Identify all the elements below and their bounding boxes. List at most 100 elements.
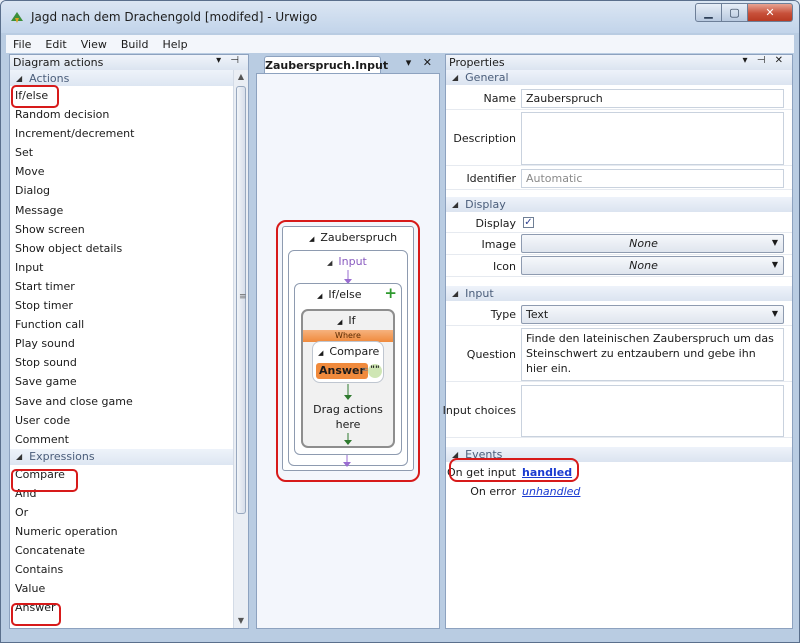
input-section-header[interactable]: ◢ Input (446, 286, 792, 301)
on-get-input-link[interactable]: handled (522, 466, 572, 479)
action-start-timer[interactable]: Start timer (10, 277, 234, 296)
icon-row: Icon None ▼ (446, 255, 792, 277)
display-row: Display ✓ (446, 213, 792, 233)
expression-answer[interactable]: Answer (10, 598, 234, 617)
flow-arrow-icon (343, 455, 351, 467)
collapse-triangle-icon: ◢ (452, 450, 459, 459)
close-button[interactable]: ✕ (748, 3, 793, 22)
tab-close-icon[interactable]: ▾ ✕ (406, 56, 436, 69)
name-input[interactable]: Zauberspruch (521, 89, 784, 108)
action-message[interactable]: Message (10, 201, 234, 220)
action-increment-decrement[interactable]: Increment/decrement (10, 124, 234, 143)
image-select-value: None (629, 237, 658, 250)
question-label: Question (466, 348, 516, 361)
literal-token[interactable]: "" (368, 364, 382, 378)
action-random-decision[interactable]: Random decision (10, 105, 234, 124)
action-set[interactable]: Set (10, 143, 234, 162)
action-show-screen[interactable]: Show screen (10, 220, 234, 239)
action-comment[interactable]: Comment (10, 430, 234, 449)
properties-title: Properties (449, 56, 505, 69)
expression-or[interactable]: Or (10, 503, 234, 522)
minimize-button[interactable]: ▁ (695, 3, 722, 22)
actions-scrollbar[interactable]: ▲ ≡ ▼ (233, 70, 248, 628)
expression-and[interactable]: And (10, 484, 234, 503)
name-label: Name (483, 92, 516, 105)
flow-arrow-icon (344, 384, 352, 400)
ifelse-title: ◢ If/else (317, 288, 362, 301)
icon-select-value: None (629, 259, 658, 272)
properties-body: ◢ General Name Zauberspruch Description I… (443, 70, 792, 630)
on-get-input-row: On get input handled (446, 463, 792, 483)
on-error-link[interactable]: unhandled (522, 485, 580, 498)
menu-file[interactable]: File (6, 38, 38, 51)
events-section-header[interactable]: ◢ Events (446, 447, 792, 462)
maximize-button[interactable]: ▢ (722, 3, 748, 22)
menu-view[interactable]: View (74, 38, 114, 51)
name-row: Name Zauberspruch (446, 86, 792, 110)
action-function-call[interactable]: Function call (10, 315, 234, 334)
expression-value[interactable]: Value (10, 579, 234, 598)
title-bar[interactable]: Jagd nach dem Drachengold [modifed] - Ur… (1, 1, 799, 33)
actions-group-header[interactable]: ◢ Actions (10, 70, 234, 86)
collapse-triangle-icon: ◢ (16, 452, 23, 462)
panel-pin-icon[interactable]: ▾ ⊣ (216, 55, 242, 66)
input-section-label: Input (465, 287, 494, 300)
dropdown-arrow-icon: ▼ (771, 260, 778, 269)
panel-pin-icon[interactable]: ▾ ⊣ ✕ (743, 55, 786, 66)
action-stop-timer[interactable]: Stop timer (10, 296, 234, 315)
menu-help[interactable]: Help (155, 38, 194, 51)
question-input[interactable]: Finde den lateinischen Zauberspruch um d… (521, 328, 784, 381)
compare-expression[interactable]: ◢ Compare Answer = "" (312, 341, 384, 383)
add-branch-icon[interactable]: + (384, 284, 397, 302)
display-section-label: Display (465, 198, 506, 211)
action-input[interactable]: Input (10, 258, 234, 277)
type-label: Type (490, 308, 516, 321)
icon-select[interactable]: None ▼ (521, 256, 784, 275)
type-select[interactable]: Text ▼ (521, 305, 784, 324)
collapse-triangle-icon: ◢ (16, 73, 23, 83)
expression-numeric-operation[interactable]: Numeric operation (10, 522, 234, 541)
identifier-input[interactable]: Automatic (521, 169, 784, 188)
action-save-and-close-game[interactable]: Save and close game (10, 392, 234, 411)
actions-list: ◢ Actions If/else Random decision Increme… (10, 70, 234, 628)
input-choices-input[interactable] (521, 385, 784, 437)
expression-concatenate[interactable]: Concatenate (10, 541, 234, 560)
tab-zauberspruch-input[interactable]: Zauberspruch.Input (264, 56, 388, 74)
action-stop-sound[interactable]: Stop sound (10, 353, 234, 372)
urwigo-app-icon (11, 12, 23, 23)
menu-build[interactable]: Build (114, 38, 156, 51)
if-block[interactable]: ◢ If Where ◢ Compare Answer = "" Drag acti… (301, 309, 395, 448)
display-section-header[interactable]: ◢ Display (446, 197, 792, 212)
type-select-value: Text (526, 308, 549, 321)
on-get-input-label: On get input (447, 466, 516, 479)
display-checkbox[interactable]: ✓ (523, 217, 534, 228)
image-select[interactable]: None ▼ (521, 234, 784, 253)
properties-panel: Properties ▾ ⊣ ✕ ◢ General Name Zauberspr… (443, 54, 793, 630)
description-row: Description (446, 110, 792, 166)
scroll-up-arrow-icon[interactable]: ▲ (234, 70, 248, 84)
menu-edit[interactable]: Edit (38, 38, 73, 51)
actions-group-label: Actions (29, 71, 70, 85)
expression-compare[interactable]: Compare (10, 465, 234, 484)
scroll-down-arrow-icon[interactable]: ▼ (234, 614, 248, 628)
type-row: Type Text ▼ (446, 302, 792, 326)
action-save-game[interactable]: Save game (10, 372, 234, 391)
action-dialog[interactable]: Dialog (10, 181, 234, 200)
dropdown-arrow-icon: ▼ (771, 309, 778, 318)
action-show-object-details[interactable]: Show object details (10, 239, 234, 258)
general-section-header[interactable]: ◢ General (446, 70, 792, 85)
diagram-actions-title: Diagram actions (13, 56, 104, 69)
action-user-code[interactable]: User code (10, 411, 234, 430)
action-move[interactable]: Move (10, 162, 234, 181)
action-play-sound[interactable]: Play sound (10, 334, 234, 353)
expression-contains[interactable]: Contains (10, 560, 234, 579)
description-label: Description (453, 132, 516, 145)
menu-bar: File Edit View Build Help (6, 35, 794, 53)
description-input[interactable] (521, 112, 784, 165)
expressions-group-header[interactable]: ◢ Expressions (10, 448, 234, 465)
action-ifelse[interactable]: If/else (10, 86, 234, 105)
drag-hint-line-1: Drag actions (313, 403, 383, 416)
collapse-triangle-icon: ◢ (452, 200, 459, 209)
diagram-canvas[interactable]: ◢ Zauberspruch ◢ Input ◢ If/else + ◢ If Wher… (256, 73, 440, 629)
scroll-thumb[interactable]: ≡ (236, 86, 247, 514)
